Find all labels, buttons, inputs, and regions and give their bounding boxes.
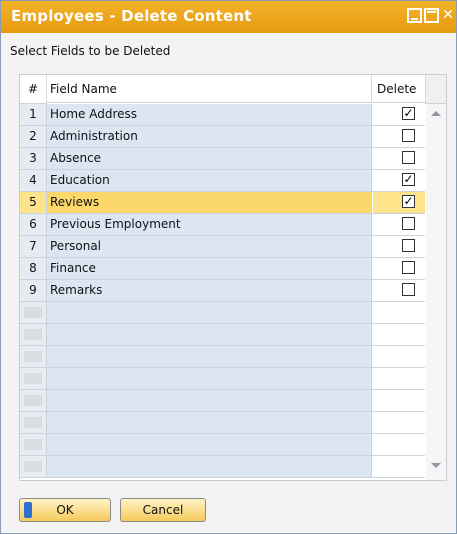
row-number[interactable]: 1 bbox=[20, 104, 47, 125]
row-number[interactable] bbox=[20, 390, 47, 411]
field-name-cell bbox=[47, 324, 372, 345]
delete-cell bbox=[373, 126, 425, 147]
row-number[interactable] bbox=[20, 456, 47, 477]
field-name-cell: Absence bbox=[47, 148, 372, 169]
delete-cell bbox=[373, 214, 425, 235]
table-row[interactable]: 7 Personal bbox=[20, 236, 425, 258]
empty-table-row[interactable] bbox=[20, 324, 425, 346]
empty-table-row[interactable] bbox=[20, 434, 425, 456]
field-name-cell: Home Address bbox=[47, 104, 372, 125]
row-number[interactable]: 9 bbox=[20, 280, 47, 301]
delete-checkbox[interactable] bbox=[402, 261, 415, 274]
table-row[interactable]: 9 Remarks bbox=[20, 280, 425, 302]
field-name-cell bbox=[47, 456, 372, 477]
delete-cell: ✓ bbox=[373, 192, 425, 213]
empty-table-row[interactable] bbox=[20, 346, 425, 368]
fields-grid: # Field Name Delete 1 Home Address ✓ 2 Admin… bbox=[19, 74, 447, 481]
row-number[interactable]: 7 bbox=[20, 236, 47, 257]
row-number[interactable]: 2 bbox=[20, 126, 47, 147]
table-row[interactable]: 3 Absence bbox=[20, 148, 425, 170]
delete-cell bbox=[373, 324, 425, 345]
table-row[interactable]: 5 Reviews ✓ bbox=[20, 192, 425, 214]
delete-cell bbox=[373, 258, 425, 279]
delete-cell bbox=[373, 280, 425, 301]
delete-cell bbox=[373, 236, 425, 257]
scroll-up-icon[interactable] bbox=[431, 111, 441, 116]
delete-checkbox[interactable] bbox=[402, 129, 415, 142]
field-name-cell bbox=[47, 434, 372, 455]
empty-table-row[interactable] bbox=[20, 456, 425, 478]
row-number[interactable]: 6 bbox=[20, 214, 47, 235]
delete-checkbox[interactable] bbox=[402, 151, 415, 164]
field-name-cell: Reviews bbox=[47, 192, 372, 213]
delete-cell bbox=[373, 390, 425, 411]
delete-checkbox[interactable]: ✓ bbox=[402, 195, 415, 208]
delete-checkbox[interactable]: ✓ bbox=[402, 107, 415, 120]
maximize-icon[interactable] bbox=[424, 8, 439, 23]
table-row[interactable]: 6 Previous Employment bbox=[20, 214, 425, 236]
close-icon[interactable]: ✕ bbox=[441, 8, 455, 23]
delete-cell bbox=[373, 302, 425, 323]
field-name-cell: Personal bbox=[47, 236, 372, 257]
column-header-field-name[interactable]: Field Name bbox=[47, 75, 372, 103]
delete-cell bbox=[373, 456, 425, 477]
window-title: Employees - Delete Content bbox=[11, 7, 252, 25]
table-row[interactable]: 1 Home Address ✓ bbox=[20, 104, 425, 126]
cancel-button[interactable]: Cancel bbox=[120, 498, 206, 522]
field-name-cell: Education bbox=[47, 170, 372, 191]
ok-button[interactable]: OK bbox=[19, 498, 111, 522]
scrollbar-header-corner bbox=[425, 75, 446, 104]
column-header-delete[interactable]: Delete bbox=[373, 75, 425, 103]
row-number[interactable]: 3 bbox=[20, 148, 47, 169]
delete-cell bbox=[373, 346, 425, 367]
minimize-icon[interactable] bbox=[407, 8, 422, 23]
row-number[interactable] bbox=[20, 324, 47, 345]
delete-content-dialog: Employees - Delete Content ✕ Select Fiel… bbox=[0, 0, 457, 534]
row-number[interactable] bbox=[20, 302, 47, 323]
row-number[interactable] bbox=[20, 412, 47, 433]
table-row[interactable]: 4 Education ✓ bbox=[20, 170, 425, 192]
row-number[interactable] bbox=[20, 368, 47, 389]
delete-cell: ✓ bbox=[373, 170, 425, 191]
delete-cell bbox=[373, 434, 425, 455]
empty-table-row[interactable] bbox=[20, 368, 425, 390]
empty-table-row[interactable] bbox=[20, 390, 425, 412]
field-name-cell: Remarks bbox=[47, 280, 372, 301]
dialog-subtitle: Select Fields to be Deleted bbox=[10, 44, 171, 58]
title-bar[interactable]: Employees - Delete Content ✕ bbox=[1, 1, 456, 33]
field-name-cell bbox=[47, 302, 372, 323]
row-number[interactable]: 4 bbox=[20, 170, 47, 191]
table-row[interactable]: 8 Finance bbox=[20, 258, 425, 280]
row-number[interactable] bbox=[20, 346, 47, 367]
delete-cell: ✓ bbox=[373, 104, 425, 125]
row-number[interactable]: 5 bbox=[20, 192, 47, 213]
field-name-cell bbox=[47, 412, 372, 433]
empty-table-row[interactable] bbox=[20, 302, 425, 324]
field-name-cell: Finance bbox=[47, 258, 372, 279]
field-name-cell bbox=[47, 368, 372, 389]
vertical-scrollbar[interactable] bbox=[426, 104, 446, 480]
scroll-down-icon[interactable] bbox=[431, 463, 441, 468]
delete-cell bbox=[373, 412, 425, 433]
delete-checkbox[interactable] bbox=[402, 239, 415, 252]
table-row[interactable]: 2 Administration bbox=[20, 126, 425, 148]
field-name-cell: Administration bbox=[47, 126, 372, 147]
delete-checkbox[interactable]: ✓ bbox=[402, 173, 415, 186]
delete-checkbox[interactable] bbox=[402, 217, 415, 230]
delete-cell bbox=[373, 148, 425, 169]
delete-cell bbox=[373, 368, 425, 389]
field-name-cell bbox=[47, 390, 372, 411]
field-name-cell: Previous Employment bbox=[47, 214, 372, 235]
empty-table-row[interactable] bbox=[20, 412, 425, 434]
column-header-number: # bbox=[20, 75, 47, 104]
row-number[interactable] bbox=[20, 434, 47, 455]
row-number[interactable]: 8 bbox=[20, 258, 47, 279]
delete-checkbox[interactable] bbox=[402, 283, 415, 296]
field-name-cell bbox=[47, 346, 372, 367]
